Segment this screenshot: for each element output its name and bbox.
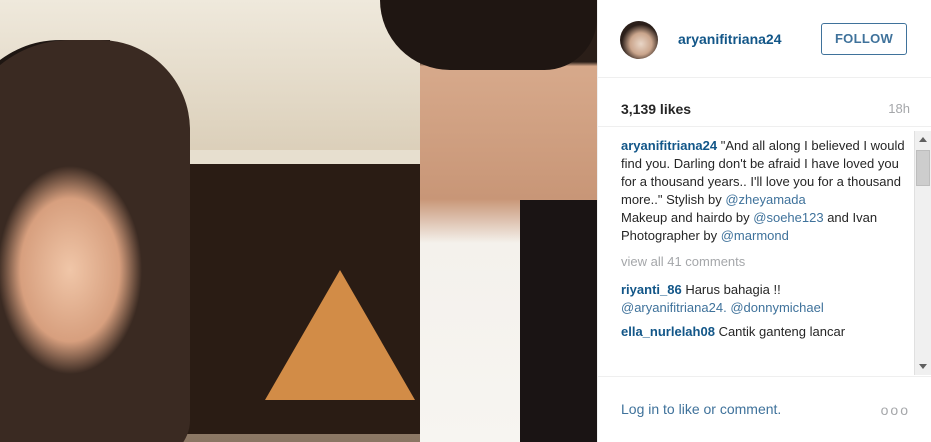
mention-link[interactable]: @soehe123 <box>753 210 823 225</box>
mention-link[interactable]: @aryanifitriana24. <box>621 300 727 315</box>
post-header: aryanifitriana24 FOLLOW <box>598 0 931 78</box>
comment: ella_nurlelah08 Cantik ganteng lancar <box>621 324 846 339</box>
login-link[interactable]: Log in to like or comment. <box>621 401 781 417</box>
scroll-up-button[interactable] <box>915 131 931 148</box>
woman-figure <box>0 40 190 442</box>
caption: aryanifitriana24 "And all along I believ… <box>621 138 905 243</box>
scrollbar-thumb[interactable] <box>916 150 930 186</box>
avatar[interactable] <box>620 21 658 59</box>
scroll-up-arrow-icon <box>919 137 927 142</box>
view-all-comments-link[interactable]: view all 41 comments <box>621 253 913 271</box>
mention-link[interactable]: @marmond <box>721 228 789 243</box>
instagram-post-embed: aryanifitriana24 FOLLOW 3,139 likes 18h … <box>0 0 931 442</box>
mention-link[interactable]: @zheyamada <box>725 192 805 207</box>
likes-count[interactable]: 3,139 likes <box>621 101 691 117</box>
post-sidebar: aryanifitriana24 FOLLOW 3,139 likes 18h … <box>597 0 931 442</box>
more-options-icon[interactable]: ooo <box>881 402 910 418</box>
comments-list[interactable]: aryanifitriana24 "And all along I believ… <box>598 127 931 375</box>
username-link[interactable]: aryanifitriana24 <box>678 31 782 47</box>
post-footer: Log in to like or comment. ooo <box>598 376 931 442</box>
follow-button[interactable]: FOLLOW <box>821 23 907 55</box>
comment: riyanti_86 Harus bahagia !! @aryanifitri… <box>621 282 824 315</box>
mention-link[interactable]: @donnymichael <box>730 300 823 315</box>
fire <box>265 270 415 400</box>
post-photo[interactable] <box>0 0 597 442</box>
comment-username[interactable]: ella_nurlelah08 <box>621 324 715 339</box>
caption-username[interactable]: aryanifitriana24 <box>621 138 717 153</box>
comments-scrollbar[interactable] <box>914 131 931 375</box>
post-stats: 3,139 likes 18h <box>598 79 931 127</box>
comment-username[interactable]: riyanti_86 <box>621 282 682 297</box>
scroll-down-button[interactable] <box>915 358 931 375</box>
post-time[interactable]: 18h <box>888 101 910 116</box>
scroll-down-arrow-icon <box>919 364 927 369</box>
